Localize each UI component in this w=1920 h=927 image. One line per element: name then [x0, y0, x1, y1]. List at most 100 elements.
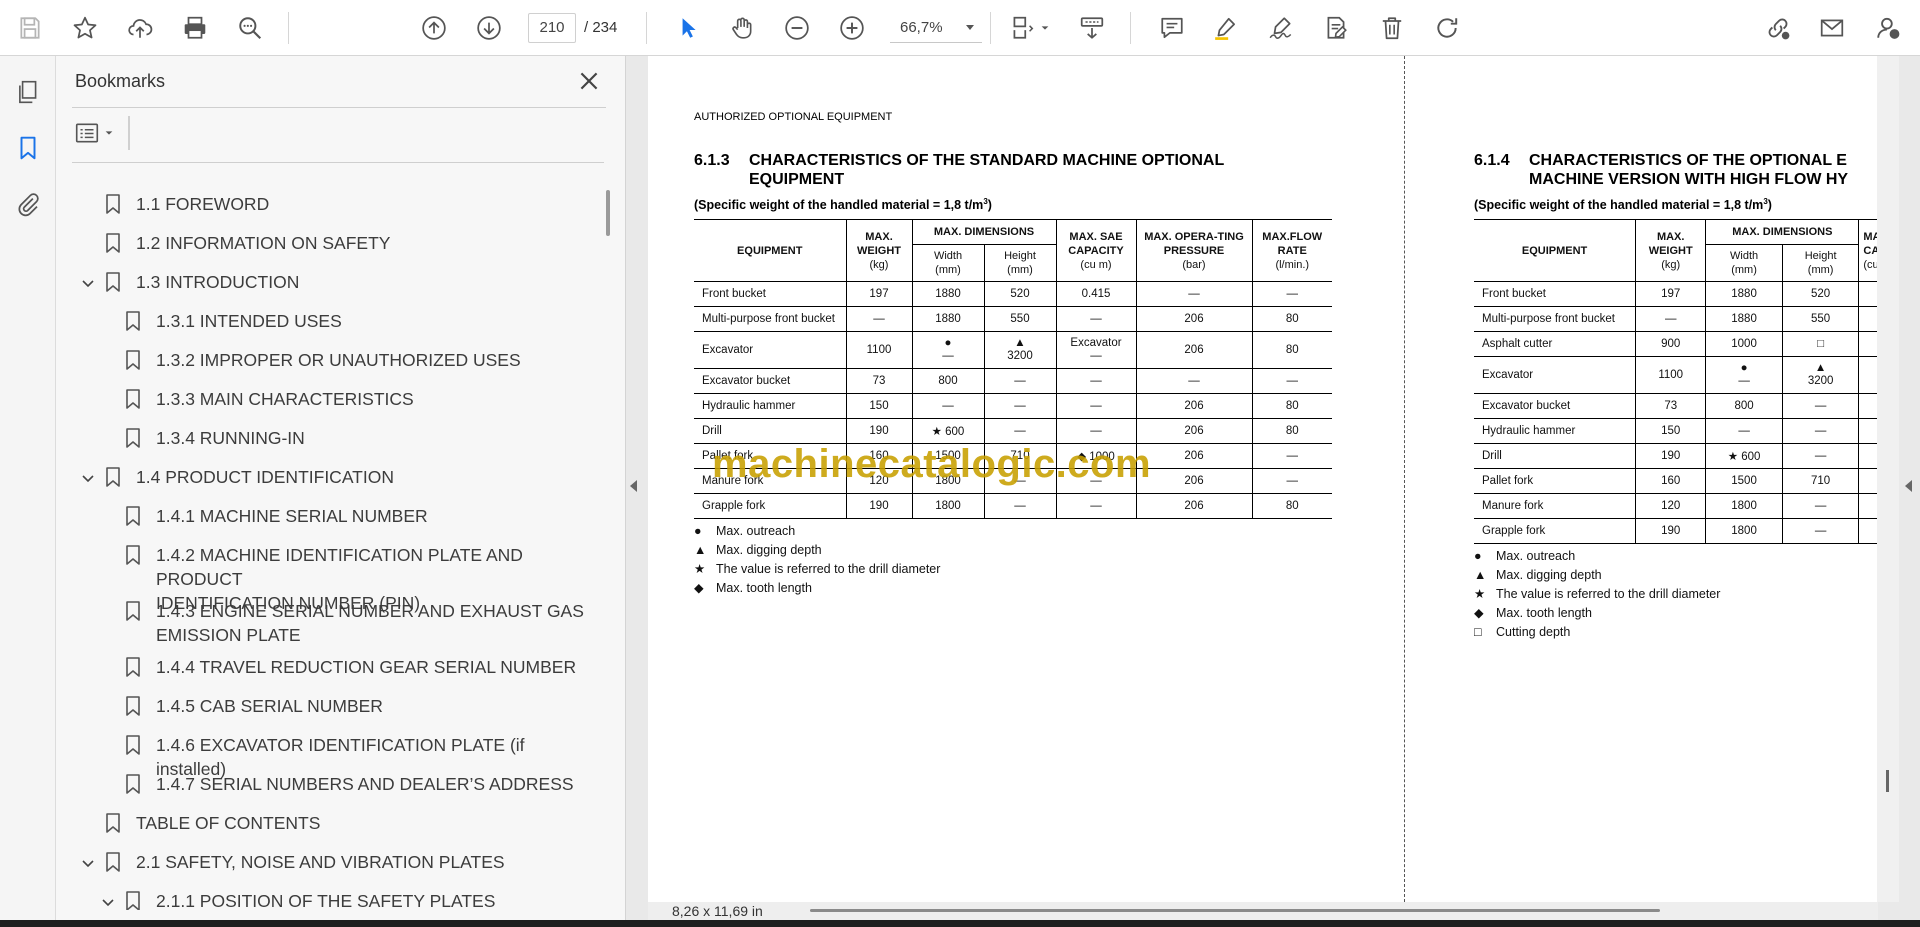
- table-cell-text: 206: [1184, 313, 1204, 325]
- delete-icon[interactable]: [1376, 12, 1408, 44]
- close-icon[interactable]: [576, 68, 602, 94]
- table-cell-text: 206: [1184, 450, 1204, 462]
- table-cell: Pallet fork: [1474, 468, 1637, 494]
- table-row: Excavator 1100 ● — ▲ 3200 Excavator —206 80: [694, 331, 1332, 369]
- bookmark-item[interactable]: 2.1 SAFETY, NOISE AND VIBRATION PLATES: [82, 850, 505, 874]
- table-cell: Drill: [1474, 443, 1637, 469]
- table-cell: 206: [1135, 493, 1253, 519]
- bookmark-item[interactable]: 1.1 FOREWORD: [104, 192, 269, 216]
- table-cell: 1880: [1705, 281, 1783, 307]
- legend-text: Max. outreach: [1496, 549, 1576, 563]
- table-cell: Grapple fork: [1474, 518, 1637, 544]
- chevron-down-icon[interactable]: [100, 892, 116, 908]
- zoom-in-icon[interactable]: [836, 12, 868, 44]
- fit-page-icon[interactable]: [1006, 12, 1038, 44]
- bookmark-item[interactable]: 1.3 INTRODUCTION: [82, 270, 299, 294]
- bookmark-icon[interactable]: [12, 132, 44, 164]
- col-height: Height (mm): [983, 244, 1056, 282]
- share-link-icon[interactable]: [1762, 12, 1794, 44]
- bookmark-item[interactable]: 1.3.3 MAIN CHARACTERISTICS: [124, 387, 414, 411]
- comment-icon[interactable]: [1156, 12, 1188, 44]
- print-icon[interactable]: [179, 12, 211, 44]
- next-page-icon[interactable]: [473, 12, 505, 44]
- bookmark-item[interactable]: 1.2 INFORMATION ON SAFETY: [104, 231, 390, 255]
- edit-pdf-icon[interactable]: [1320, 12, 1352, 44]
- table-cell: —: [983, 368, 1057, 394]
- upload-icon[interactable]: [124, 12, 156, 44]
- table-cell-text: ●: [944, 337, 952, 349]
- table-cell: –: [1858, 443, 1877, 469]
- legend-symbol: ●: [694, 524, 702, 538]
- bookmark-flag-icon: [124, 772, 142, 796]
- sign-icon[interactable]: [1265, 12, 1297, 44]
- navigation-rail: [0, 56, 56, 920]
- bookmark-item[interactable]: 1.4 PRODUCT IDENTIFICATION: [82, 465, 394, 489]
- table-cell: 150: [845, 393, 913, 419]
- table-cell: –: [1858, 393, 1877, 419]
- table-cell-text: 190: [1661, 525, 1681, 537]
- horizontal-scrollbar[interactable]: [810, 909, 1660, 912]
- star-icon[interactable]: [69, 12, 101, 44]
- bookmark-item[interactable]: 1.3.4 RUNNING-IN: [124, 426, 305, 450]
- bookmark-item[interactable]: 2.1.1 POSITION OF THE SAFETY PLATES: [102, 889, 495, 910]
- legend-item: ▲ Max. digging depth: [1474, 566, 1720, 585]
- chevron-down-icon[interactable]: [1036, 12, 1054, 44]
- bookmark-item[interactable]: 1.3.1 INTENDED USES: [124, 309, 342, 333]
- highlight-icon[interactable]: [1210, 12, 1242, 44]
- col-max-weight: MAX. WEIGHT (kg): [1635, 219, 1707, 282]
- table-cell: 1000: [1705, 331, 1783, 357]
- save-icon[interactable]: [14, 12, 46, 44]
- table-cell: 190: [845, 493, 913, 519]
- zoom-select[interactable]: 66,7%: [890, 13, 982, 43]
- legend-symbol: ★: [694, 562, 706, 576]
- legend-item: ★ The value is referred to the drill diam…: [1474, 585, 1720, 604]
- taskbar-edge: [0, 920, 1920, 927]
- table-cell: —: [1055, 368, 1137, 394]
- expand-pane-arrow-icon[interactable]: [1905, 480, 1912, 492]
- table-cell: 160: [1635, 468, 1707, 494]
- chevron-down-icon[interactable]: [80, 853, 96, 869]
- account-icon[interactable]: [1872, 12, 1904, 44]
- table-cell-text: —: [1664, 313, 1677, 325]
- bookmark-item[interactable]: 1.4.3 ENGINE SERIAL NUMBER AND EXHAUST G…: [124, 599, 584, 647]
- legend-symbol: □: [1474, 625, 1482, 639]
- bookmarks-scrollbar[interactable]: [606, 190, 610, 236]
- table-cell-text: 190: [869, 500, 889, 512]
- document-scrollbar-thumb[interactable]: [1886, 770, 1889, 792]
- toolbar: 210 / 234 66,7%: [0, 0, 1920, 56]
- hand-icon[interactable]: [726, 12, 758, 44]
- collapse-panel-arrow-icon[interactable]: [630, 480, 637, 492]
- bookmark-item[interactable]: 1.4.7 SERIAL NUMBERS AND DEALER’S ADDRES…: [124, 772, 574, 796]
- email-icon[interactable]: [1816, 12, 1848, 44]
- legend-symbol: ◆: [1474, 606, 1484, 620]
- page-number-input[interactable]: 210: [528, 13, 576, 43]
- bookmark-options-button[interactable]: [74, 118, 120, 148]
- bookmark-label: 1.4.7 SERIAL NUMBERS AND DEALER’S ADDRES…: [156, 774, 574, 794]
- table-cell-text: 1100: [1658, 368, 1684, 381]
- scroll-mode-icon[interactable]: [1076, 12, 1108, 44]
- bookmark-item[interactable]: 1.3.2 IMPROPER OR UNAUTHORIZED USES: [124, 348, 521, 372]
- bookmark-item[interactable]: 1.4.5 CAB SERIAL NUMBER: [124, 694, 383, 718]
- table-cell: Asphalt cutter: [1474, 331, 1637, 357]
- attachment-icon[interactable]: [12, 188, 44, 220]
- bookmark-flag-icon: [124, 694, 142, 718]
- zoom-out-icon[interactable]: [781, 12, 813, 44]
- bookmark-item[interactable]: TABLE OF CONTENTS: [104, 811, 320, 835]
- pages-icon[interactable]: [12, 76, 44, 108]
- zoom-search-icon[interactable]: [234, 12, 266, 44]
- table-cell-text: 710: [1811, 475, 1831, 487]
- select-icon[interactable]: [672, 12, 704, 44]
- bookmark-item[interactable]: 1.4.1 MACHINE SERIAL NUMBER: [124, 504, 428, 528]
- section-title: CHARACTERISTICS OF THE STANDARD MACHINE …: [749, 151, 1309, 189]
- chevron-down-icon[interactable]: [80, 468, 96, 484]
- table-cell: –: [1858, 518, 1877, 544]
- section-subtitle: (Specific weight of the handled material…: [1474, 197, 1772, 213]
- rotate-icon[interactable]: [1431, 12, 1463, 44]
- table-cell: □: [1781, 331, 1860, 357]
- prev-page-icon[interactable]: [418, 12, 450, 44]
- bookmark-item[interactable]: 1.4.4 TRAVEL REDUCTION GEAR SERIAL NUMBE…: [124, 655, 576, 679]
- bookmark-flag-icon: [124, 504, 142, 528]
- table-cell-text: □: [1817, 338, 1825, 350]
- chevron-down-icon[interactable]: [80, 273, 96, 289]
- table-cell: 206: [1135, 468, 1253, 494]
